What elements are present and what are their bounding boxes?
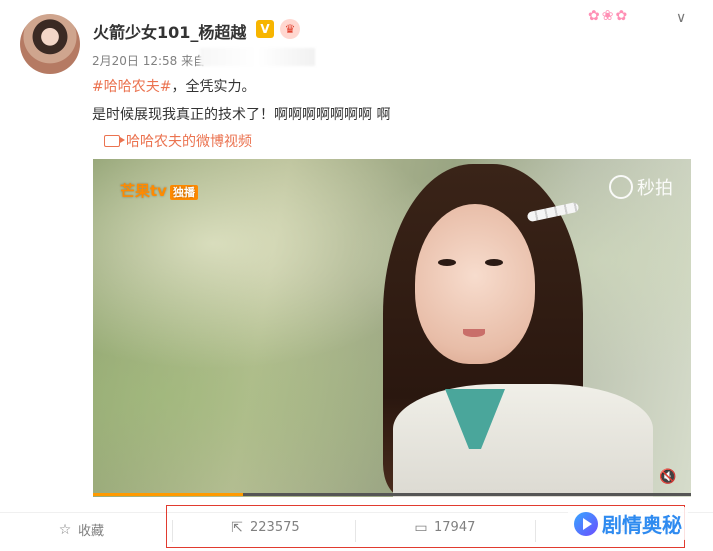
favorite-button[interactable]: ☆ 收藏 (58, 520, 105, 540)
mango-tv-logo: 芒果tv 独播 (120, 180, 198, 201)
post-timestamp[interactable]: 2月20日 12:58 来自 (92, 52, 205, 69)
miaopai-camera-icon (609, 175, 633, 199)
watermark-text: 剧情奥秘 (602, 513, 682, 537)
post-text-rest: ，全凭实力。 (171, 79, 256, 95)
video-link-label: 哈哈农夫的微博视频 (126, 134, 252, 150)
member-badge-icon[interactable]: ♛ (280, 19, 300, 39)
watermark: 剧情奥秘 (568, 507, 688, 540)
video-frame-eye (438, 259, 456, 266)
video-frame-mouth (463, 329, 485, 337)
mute-icon[interactable]: 🔇 (659, 469, 677, 485)
blurred-source (200, 48, 315, 66)
miaopai-logo: 秒拍 (609, 174, 673, 200)
video-progress-fill (93, 493, 243, 496)
play-logo-icon (574, 511, 598, 536)
favorite-label: 收藏 (78, 524, 105, 539)
post-text-line2: 是时候展现我真正的技术了！啊啊啊啊啊啊啊 啊 (92, 107, 391, 123)
chevron-down-icon[interactable]: ∨ (676, 10, 686, 26)
video-player[interactable]: 芒果tv 独播 秒拍 🔇 (93, 159, 691, 497)
miaopai-logo-text: 秒拍 (637, 178, 673, 199)
username[interactable]: 火箭少女101_杨超越 (93, 19, 246, 43)
video-link[interactable]: 哈哈农夫的微博视频 (104, 131, 252, 151)
video-frame-face (415, 204, 535, 364)
verified-badge-icon: V (256, 20, 274, 38)
decoration-icon: ✿❀✿ (588, 8, 630, 24)
avatar[interactable] (20, 14, 80, 74)
post-text-line1: #哈哈农夫#，全凭实力。 (92, 76, 255, 96)
video-camera-icon (104, 135, 125, 147)
star-icon: ☆ (58, 521, 72, 538)
video-frame-body (393, 384, 653, 497)
video-frame-eye (485, 259, 503, 266)
exclusive-badge: 独播 (169, 185, 198, 200)
hashtag-link[interactable]: #哈哈农夫# (92, 79, 171, 95)
mango-tv-logo-text: 芒果tv (120, 182, 167, 200)
